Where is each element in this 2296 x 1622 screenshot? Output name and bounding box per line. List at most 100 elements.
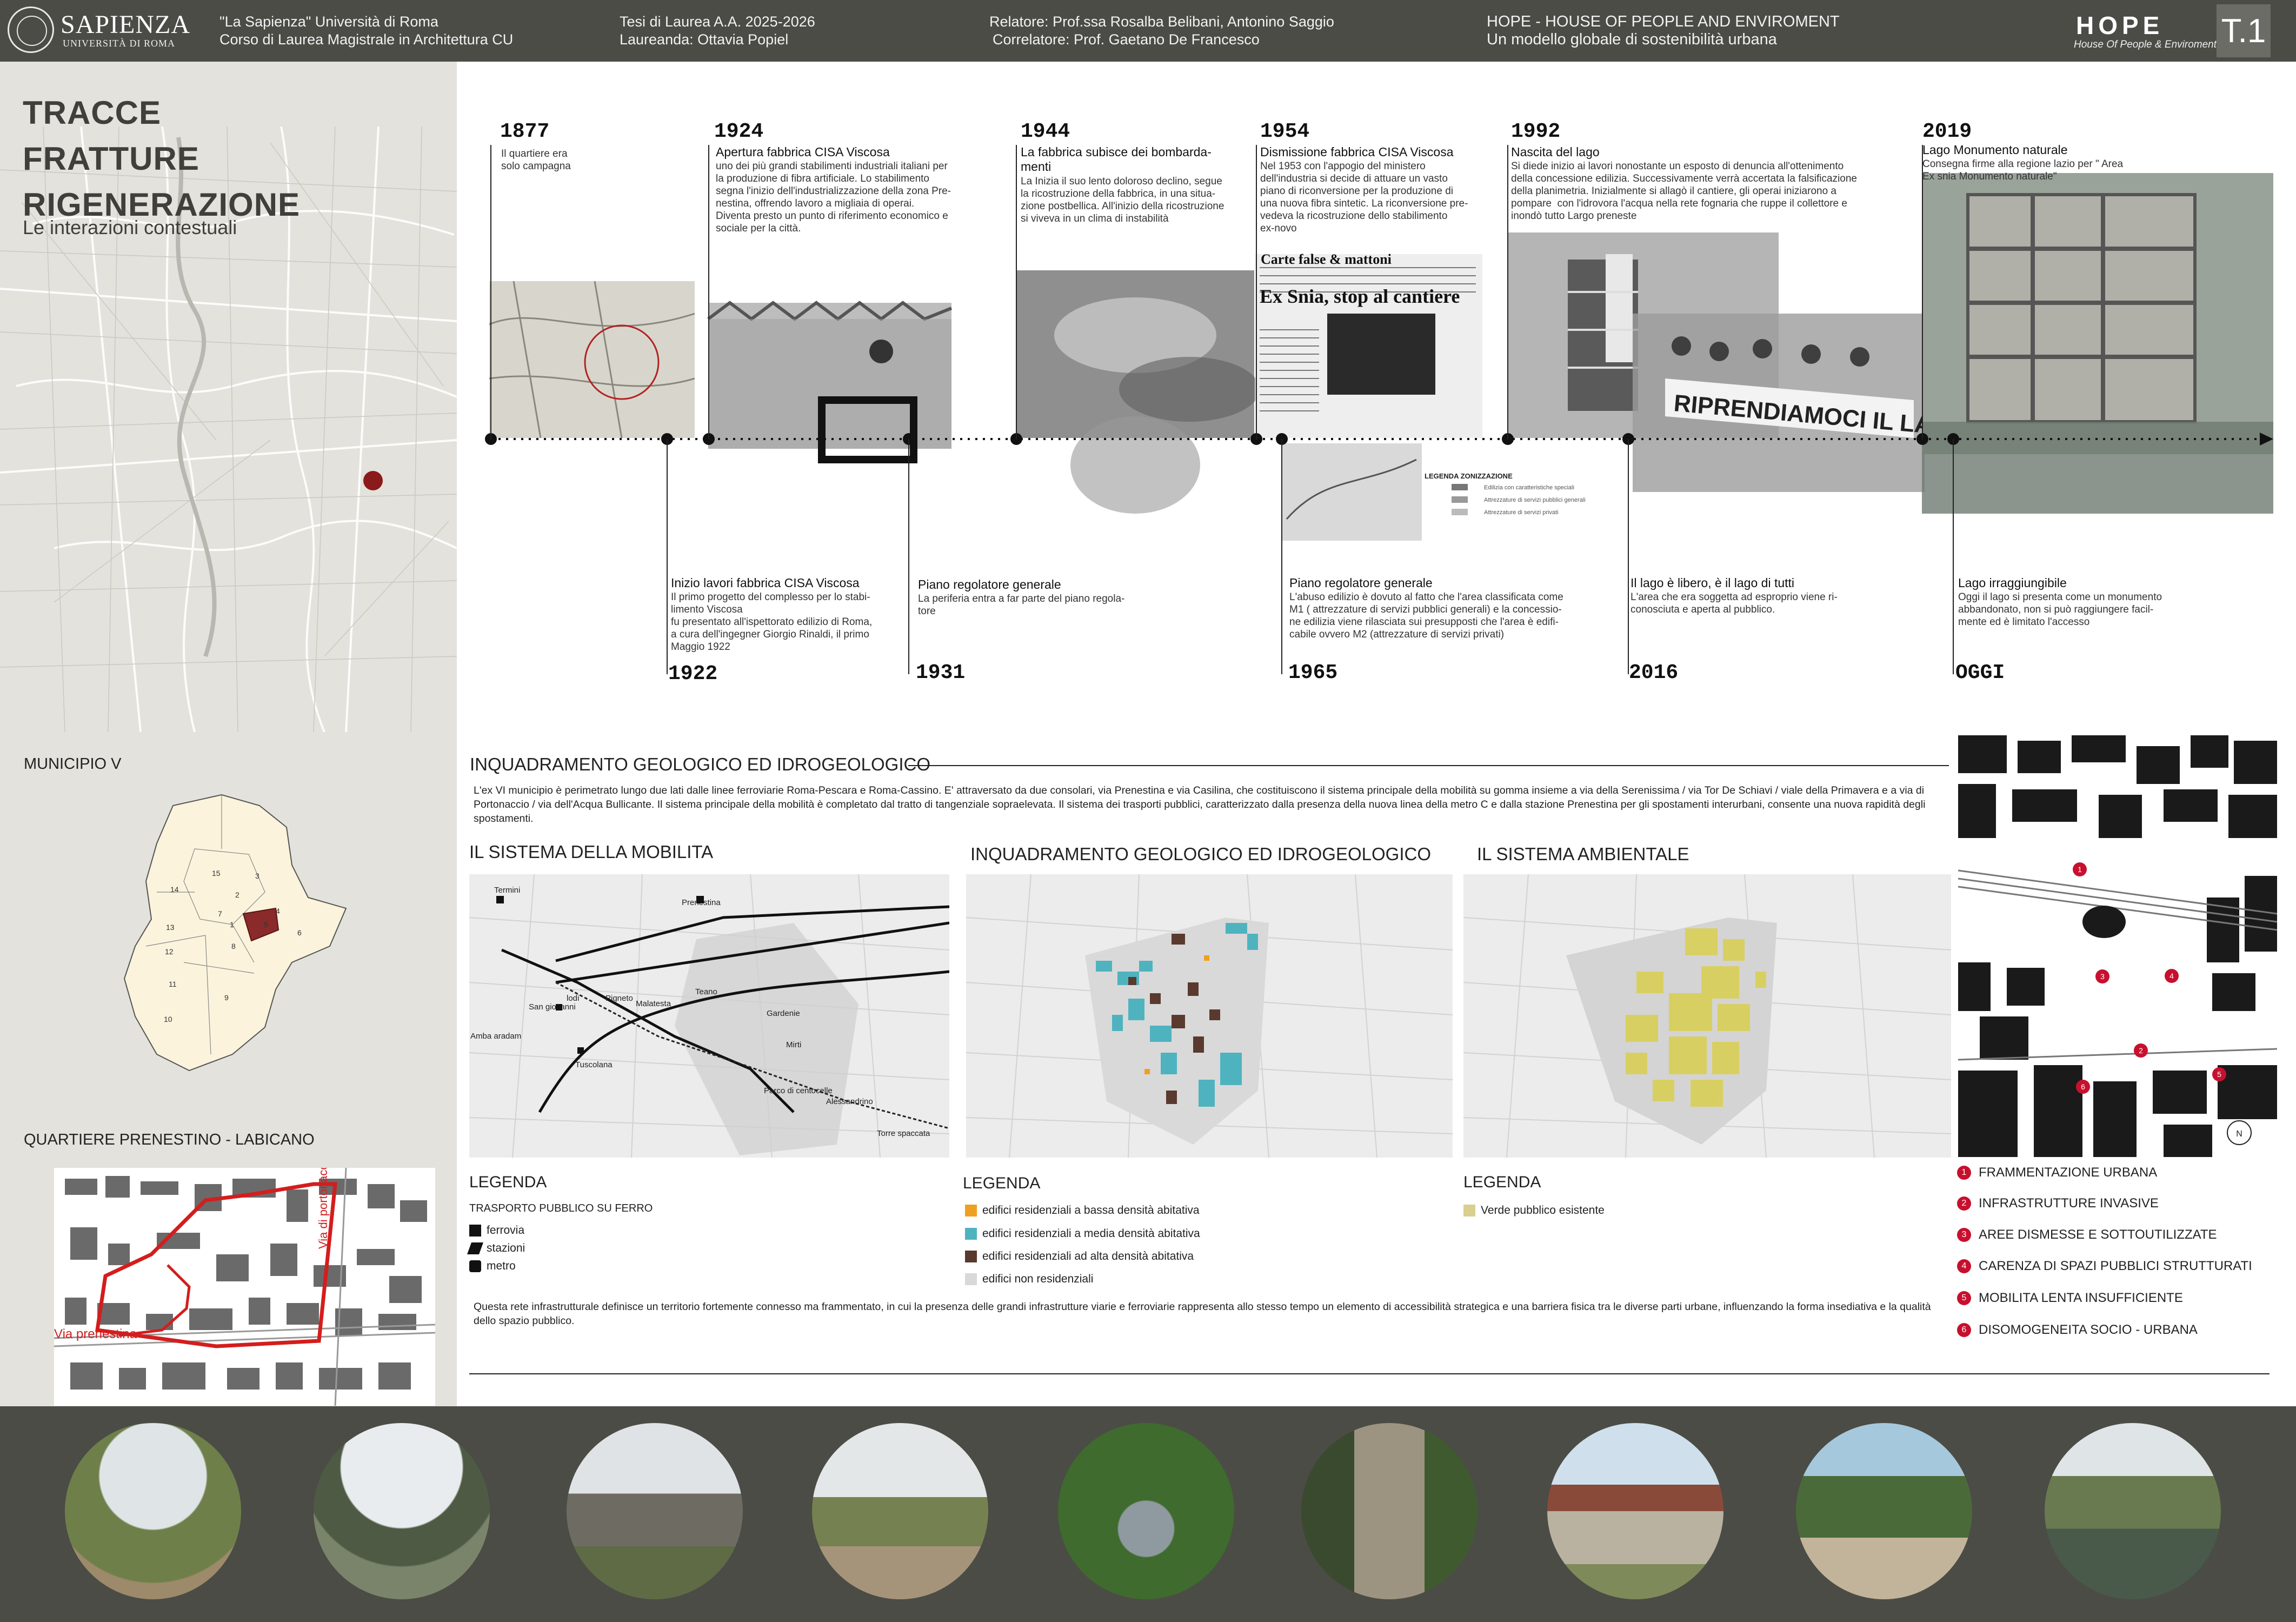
tl-line-1954 <box>1256 145 1257 440</box>
tl-text-1924: uno dei più grandi stabilimenti industri… <box>716 161 951 234</box>
header-bar: SAPIENZA UNIVERSITÀ DI ROMA "La Sapienza… <box>0 0 2296 62</box>
geologic-map <box>966 874 1453 1158</box>
criticality-item-4: 4 CARENZA DI SPAZI PUBBLICI STRUTTURATI <box>1957 1259 2252 1274</box>
tl-year-1992: 1992 <box>1511 120 1561 143</box>
svg-text:3: 3 <box>255 872 259 880</box>
photo-pergola[interactable] <box>1547 1423 1723 1599</box>
map3-title: IL SISTEMA AMBIENTALE <box>1477 844 1689 864</box>
svg-text:Tuscolana: Tuscolana <box>575 1060 613 1069</box>
tl-year-1965: 1965 <box>1288 661 1338 684</box>
svg-text:14: 14 <box>170 885 179 894</box>
photo-lake-ruin[interactable] <box>2045 1423 2221 1599</box>
municipio-title: MUNICIPIO V <box>24 755 122 773</box>
svg-text:5: 5 <box>264 920 268 929</box>
legend2-title: LEGENDA <box>963 1174 1041 1192</box>
svg-text:10: 10 <box>164 1015 172 1023</box>
thesis-year: Tesi di Laurea A.A. 2025-2026 <box>620 14 815 30</box>
svg-text:Parco di centocelle: Parco di centocelle <box>764 1086 833 1095</box>
tl-text-1877: Il quartiere era solo campagna <box>501 148 571 172</box>
university-name: "La Sapienza" Università di Roma <box>219 14 438 30</box>
section-title-geologico: INQUADRAMENTO GEOLOGICO ED IDROGEOLOGICO <box>470 754 931 774</box>
svg-text:7: 7 <box>218 909 222 918</box>
svg-text:Amba aradam: Amba aradam <box>470 1032 521 1041</box>
tl-title-2016: Il lago è libero, è il lago di tutti <box>1631 576 1795 590</box>
legend-non-residential: edifici non residenziali <box>965 1273 1093 1286</box>
intro-paragraph: L'ex VI municipio è perimetrato lungo du… <box>474 785 1926 825</box>
legend-high-density: edifici residenziali ad alta densità abi… <box>965 1250 1194 1263</box>
tl-line-oggi <box>1953 439 1954 674</box>
tl-line-2019 <box>1922 145 1923 440</box>
student-name: Laureanda: Ottavia Popiel <box>620 31 789 48</box>
svg-text:4: 4 <box>2169 972 2174 980</box>
svg-text:5: 5 <box>2217 1070 2221 1079</box>
criticality-map: 1 2 3 4 5 6 N <box>1958 735 2277 1157</box>
criticality-item-1: 1 FRAMMENTAZIONE URBANA <box>1957 1165 2157 1180</box>
tl-title-1954: Dismissione fabbrica CISA Viscosa <box>1260 145 1454 159</box>
tl-title-1965: Piano regolatore generale <box>1289 576 1433 590</box>
project-title: HOPE - HOUSE OF PEOPLE AND ENVIROMENT <box>1487 13 1840 30</box>
svg-text:Attrezzature di servizi privat: Attrezzature di servizi privati <box>1484 509 1559 516</box>
tl-year-2016: 2016 <box>1629 661 1679 684</box>
legend1-subtitle: TRASPORTO PUBBLICO SU FERRO <box>469 1202 653 1214</box>
svg-text:Edilizia con caratteristiche s: Edilizia con caratteristiche speciali <box>1484 484 1574 491</box>
tl-year-1877: 1877 <box>500 120 550 143</box>
svg-text:1: 1 <box>2078 865 2082 874</box>
quartiere-title: QUARTIERE PRENESTINO - LABICANO <box>24 1131 315 1148</box>
image-bombing-1944 <box>1016 270 1260 514</box>
criticality-item-5: 5 MOBILITA LENTA INSUFFICIENTE <box>1957 1291 2183 1306</box>
tl-text-1944: La Inizia il suo lento doloroso declino,… <box>1021 176 1224 224</box>
tl-year-1922: 1922 <box>668 662 718 686</box>
image-protest-2016: RIPRENDIAMOCI IL LAGO <box>1633 314 1969 492</box>
tl-title-oggi: Lago irraggiungibile <box>1958 576 2067 590</box>
legend1-title: LEGENDA <box>469 1173 547 1191</box>
tl-title-1944: La fabbrica subisce dei bombarda- menti <box>1021 145 1212 174</box>
newspaper-kicker: Carte false & mattoni <box>1261 251 1392 267</box>
tl-line-1924 <box>708 145 709 440</box>
svg-text:2: 2 <box>2139 1046 2143 1055</box>
svg-text:Termini: Termini <box>494 886 520 895</box>
supervisor: Relatore: Prof.ssa Rosalba Belibani, Ant… <box>989 14 1334 30</box>
main-title: TRACCE FRATTURE RIGENERAZIONE <box>23 95 301 223</box>
svg-text:13: 13 <box>166 923 175 932</box>
svg-text:San giovanni: San giovanni <box>529 1002 576 1012</box>
section-divider <box>908 765 1949 766</box>
photo-bullicante-sign[interactable] <box>1301 1423 1478 1599</box>
tl-title-2019: Lago Monumento naturale <box>1922 143 2068 157</box>
svg-text:Gardenie: Gardenie <box>767 1009 800 1018</box>
co-supervisor: Correlatore: Prof. Gaetano De Francesco <box>993 31 1260 48</box>
svg-text:8: 8 <box>231 942 236 950</box>
photo-lake-trees[interactable] <box>1058 1423 1234 1599</box>
photo-field-path[interactable] <box>65 1423 241 1599</box>
tl-year-2019: 2019 <box>1922 120 1972 143</box>
tl-text-1922: Il primo progetto del complesso per lo s… <box>671 591 873 653</box>
tl-line-1922 <box>667 439 668 674</box>
tl-line-1931 <box>908 439 909 674</box>
criticality-item-6: 6 DISOMOGENEITA SOCIO - URBANA <box>1957 1322 2198 1338</box>
photo-ruin-building[interactable] <box>314 1423 490 1599</box>
table-number: T.1 <box>2217 4 2271 57</box>
course-name: Corso di Laurea Magistrale in Architettu… <box>219 31 514 48</box>
photo-path-field[interactable] <box>812 1423 988 1599</box>
svg-text:N: N <box>2236 1129 2242 1139</box>
svg-text:6: 6 <box>297 928 302 937</box>
university-logo-name: SAPIENZA <box>61 10 191 39</box>
svg-text:12: 12 <box>165 947 174 956</box>
tl-text-1954: Nel 1953 con l'appogio del ministero del… <box>1260 161 1468 234</box>
legend-low-density: edifici residenziali a bassa densità abi… <box>965 1204 1200 1217</box>
hope-tagline: House Of People & Enviroment <box>2074 39 2217 50</box>
photo-pine-trees[interactable] <box>1796 1423 1972 1599</box>
svg-text:Pigneto: Pigneto <box>605 994 633 1003</box>
tl-year-1931: 1931 <box>916 661 966 684</box>
tl-title-1931: Piano regolatore generale <box>918 577 1061 591</box>
legend-green: Verde pubblico esistente <box>1463 1204 1605 1217</box>
svg-text:1: 1 <box>230 920 234 929</box>
legend-metro: metro <box>469 1260 516 1273</box>
photo-ruin-facade[interactable] <box>567 1423 743 1599</box>
tl-line-1965 <box>1281 439 1282 674</box>
image-factory-1924 <box>707 301 953 463</box>
bottom-divider <box>469 1373 2270 1374</box>
quartiere-map: Via prenestina Via di portonaccio <box>54 1168 435 1406</box>
image-newspaper-1954: Carte false & mattoni Ex Snia, stop al c… <box>1255 251 1482 438</box>
bottom-paragraph: Questa rete infrastrutturale definisce u… <box>474 1301 1931 1327</box>
svg-text:Teano: Teano <box>695 987 717 996</box>
